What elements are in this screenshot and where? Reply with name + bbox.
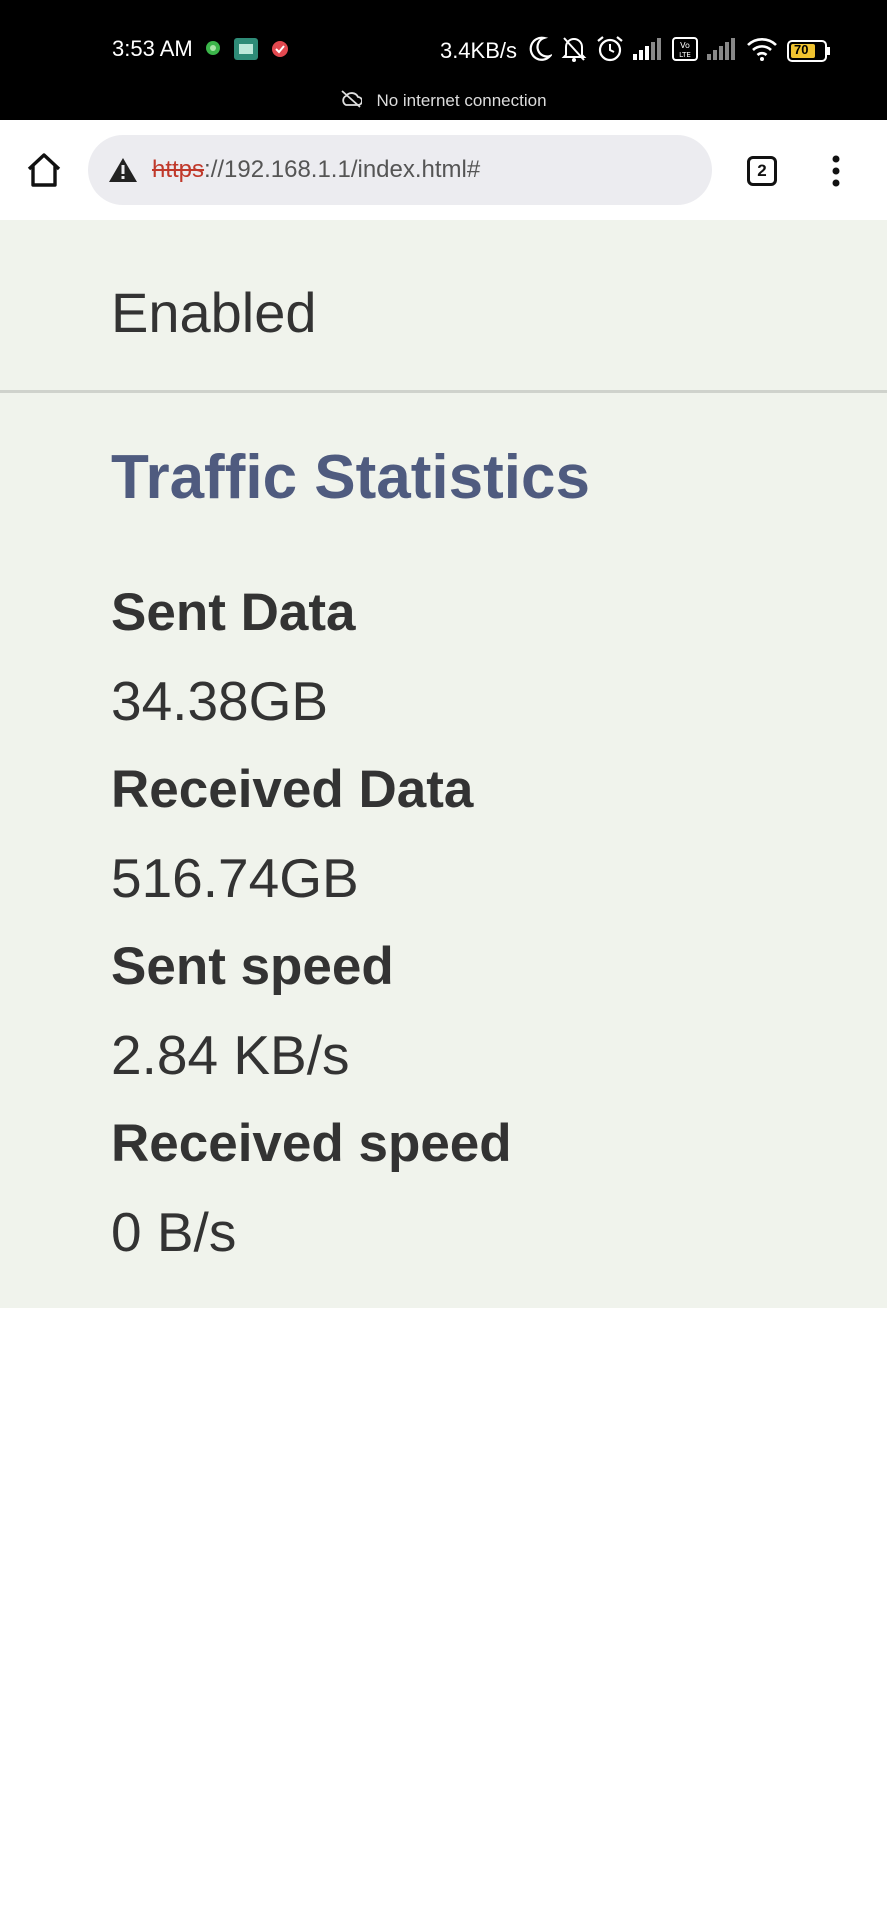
moon-icon bbox=[528, 36, 554, 67]
url-text[interactable]: https://192.168.1.1/index.html# bbox=[152, 156, 480, 184]
enabled-value: Enabled bbox=[111, 281, 317, 344]
received-speed-label: Received speed bbox=[111, 1114, 512, 1173]
tab-count: 2 bbox=[757, 161, 767, 180]
svg-text:Vo: Vo bbox=[680, 41, 690, 50]
sent-data-value: 34.38GB bbox=[111, 670, 329, 732]
sent-data-label: Sent Data bbox=[111, 583, 356, 642]
url-scheme: https bbox=[152, 156, 205, 183]
status-bar: 3:53 AM 3.4KB/s Vo LTE 70 No internet co… bbox=[0, 0, 887, 120]
red-check-icon bbox=[271, 40, 289, 63]
app-notification-icon bbox=[234, 38, 258, 65]
cloud-off-icon bbox=[340, 89, 364, 113]
browser-toolbar: https://192.168.1.1/index.html# 2 bbox=[0, 120, 887, 220]
bell-off-icon bbox=[561, 35, 587, 68]
green-dot-icon bbox=[205, 40, 221, 61]
wifi-icon bbox=[746, 37, 778, 66]
net-speed: 3.4KB/s bbox=[439, 38, 517, 63]
received-speed-value: 0 B/s bbox=[111, 1201, 237, 1263]
status-icons: 3.4KB/s Vo LTE 70 bbox=[440, 34, 831, 68]
url-path: ://192.168.1.1/index.html# bbox=[204, 156, 481, 183]
signal-icon bbox=[633, 37, 663, 65]
sent-speed-label: Sent speed bbox=[111, 937, 394, 996]
offline-banner: No internet connection bbox=[0, 88, 887, 114]
volte-icon: Vo LTE bbox=[672, 36, 698, 66]
warning-icon[interactable] bbox=[108, 157, 138, 183]
address-bar[interactable]: https://192.168.1.1/index.html# bbox=[88, 135, 712, 205]
signal-icon bbox=[707, 37, 737, 65]
sent-speed-value: 2.84 KB/s bbox=[111, 1024, 350, 1086]
battery-level: 70 bbox=[794, 42, 809, 57]
home-icon[interactable] bbox=[24, 150, 64, 190]
svg-text:LTE: LTE bbox=[679, 51, 691, 59]
page-content: Enabled Traffic Statistics Sent Data 34.… bbox=[0, 220, 887, 1308]
tabs-icon[interactable]: 2 bbox=[747, 156, 777, 186]
received-data-label: Received Data bbox=[111, 760, 474, 819]
more-vert-icon[interactable] bbox=[824, 154, 848, 188]
section-title: Traffic Statistics bbox=[111, 443, 590, 512]
status-section: Enabled bbox=[0, 220, 887, 393]
received-data-value: 516.74GB bbox=[111, 847, 359, 909]
offline-message: No internet connection bbox=[376, 91, 547, 110]
alarm-icon bbox=[596, 35, 624, 68]
status-time: 3:53 AM bbox=[112, 36, 193, 61]
battery-icon: 70 bbox=[787, 40, 831, 62]
